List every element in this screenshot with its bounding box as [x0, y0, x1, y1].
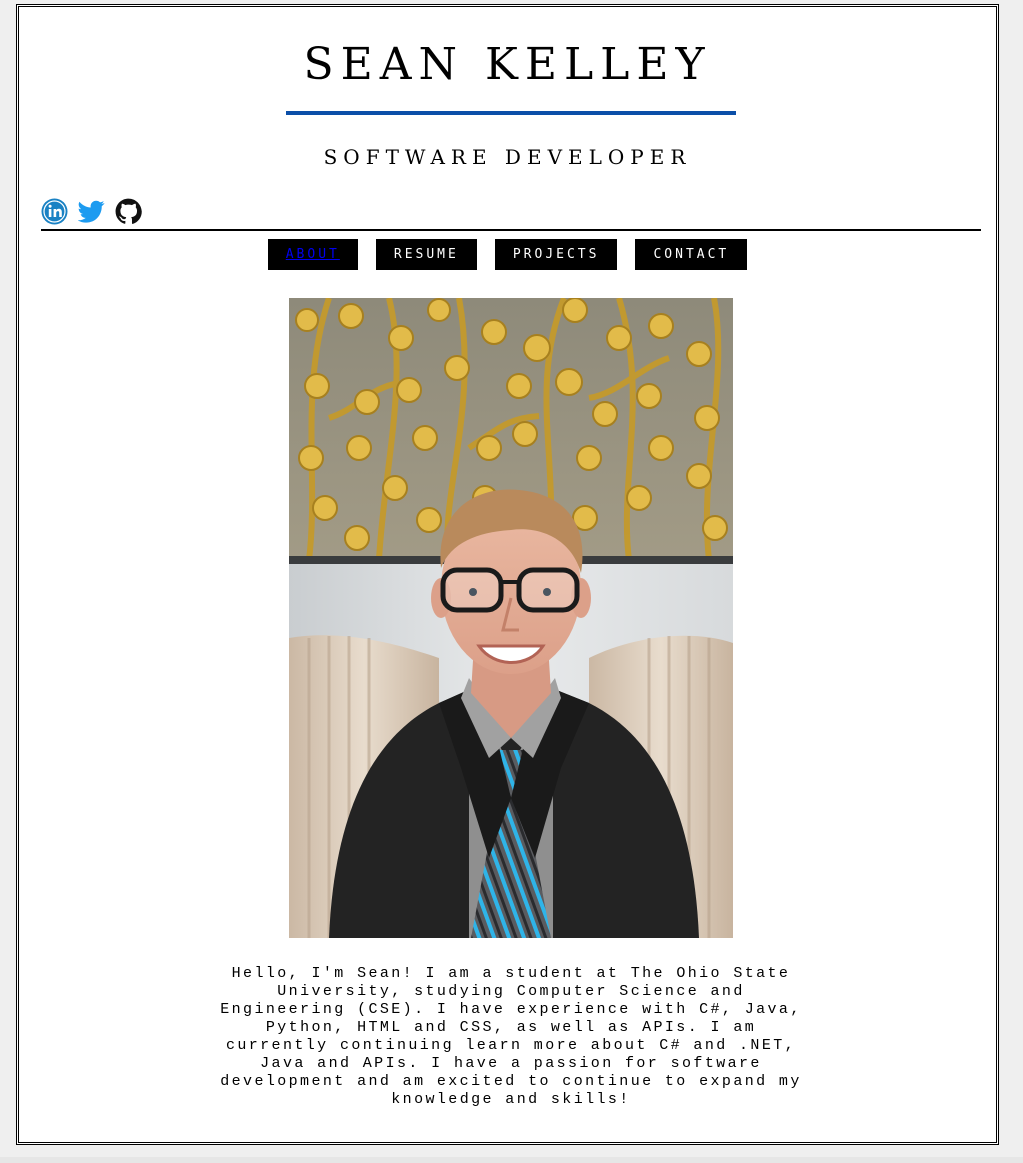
linkedin-link[interactable] — [41, 198, 68, 225]
nav-about[interactable]: ABOUT — [267, 239, 358, 270]
github-link[interactable] — [115, 198, 142, 225]
site-name: SEAN KELLEY — [303, 39, 712, 90]
github-icon — [115, 198, 142, 224]
nav-contact[interactable]: CONTACT — [635, 239, 748, 270]
about-paragraph: Hello, I'm Sean! I am a student at The O… — [220, 965, 802, 1108]
title-underline — [286, 111, 736, 115]
nav-projects[interactable]: PROJECTS — [494, 239, 618, 270]
social-links — [41, 197, 142, 225]
nav-resume[interactable]: RESUME — [375, 239, 477, 270]
nav-divider — [41, 229, 981, 231]
twitter-icon — [77, 200, 105, 223]
site-subtitle: SOFTWARE DEVELOPER — [323, 145, 692, 169]
twitter-link[interactable] — [77, 198, 105, 225]
profile-photo — [289, 298, 733, 938]
profile-photo-image — [289, 298, 733, 938]
linkedin-icon — [41, 198, 68, 224]
page-frame: SEAN KELLEY SOFTWARE DEVELOPER ABOUT RES… — [16, 4, 999, 1145]
main-nav: ABOUT RESUME PROJECTS CONTACT — [19, 239, 996, 270]
